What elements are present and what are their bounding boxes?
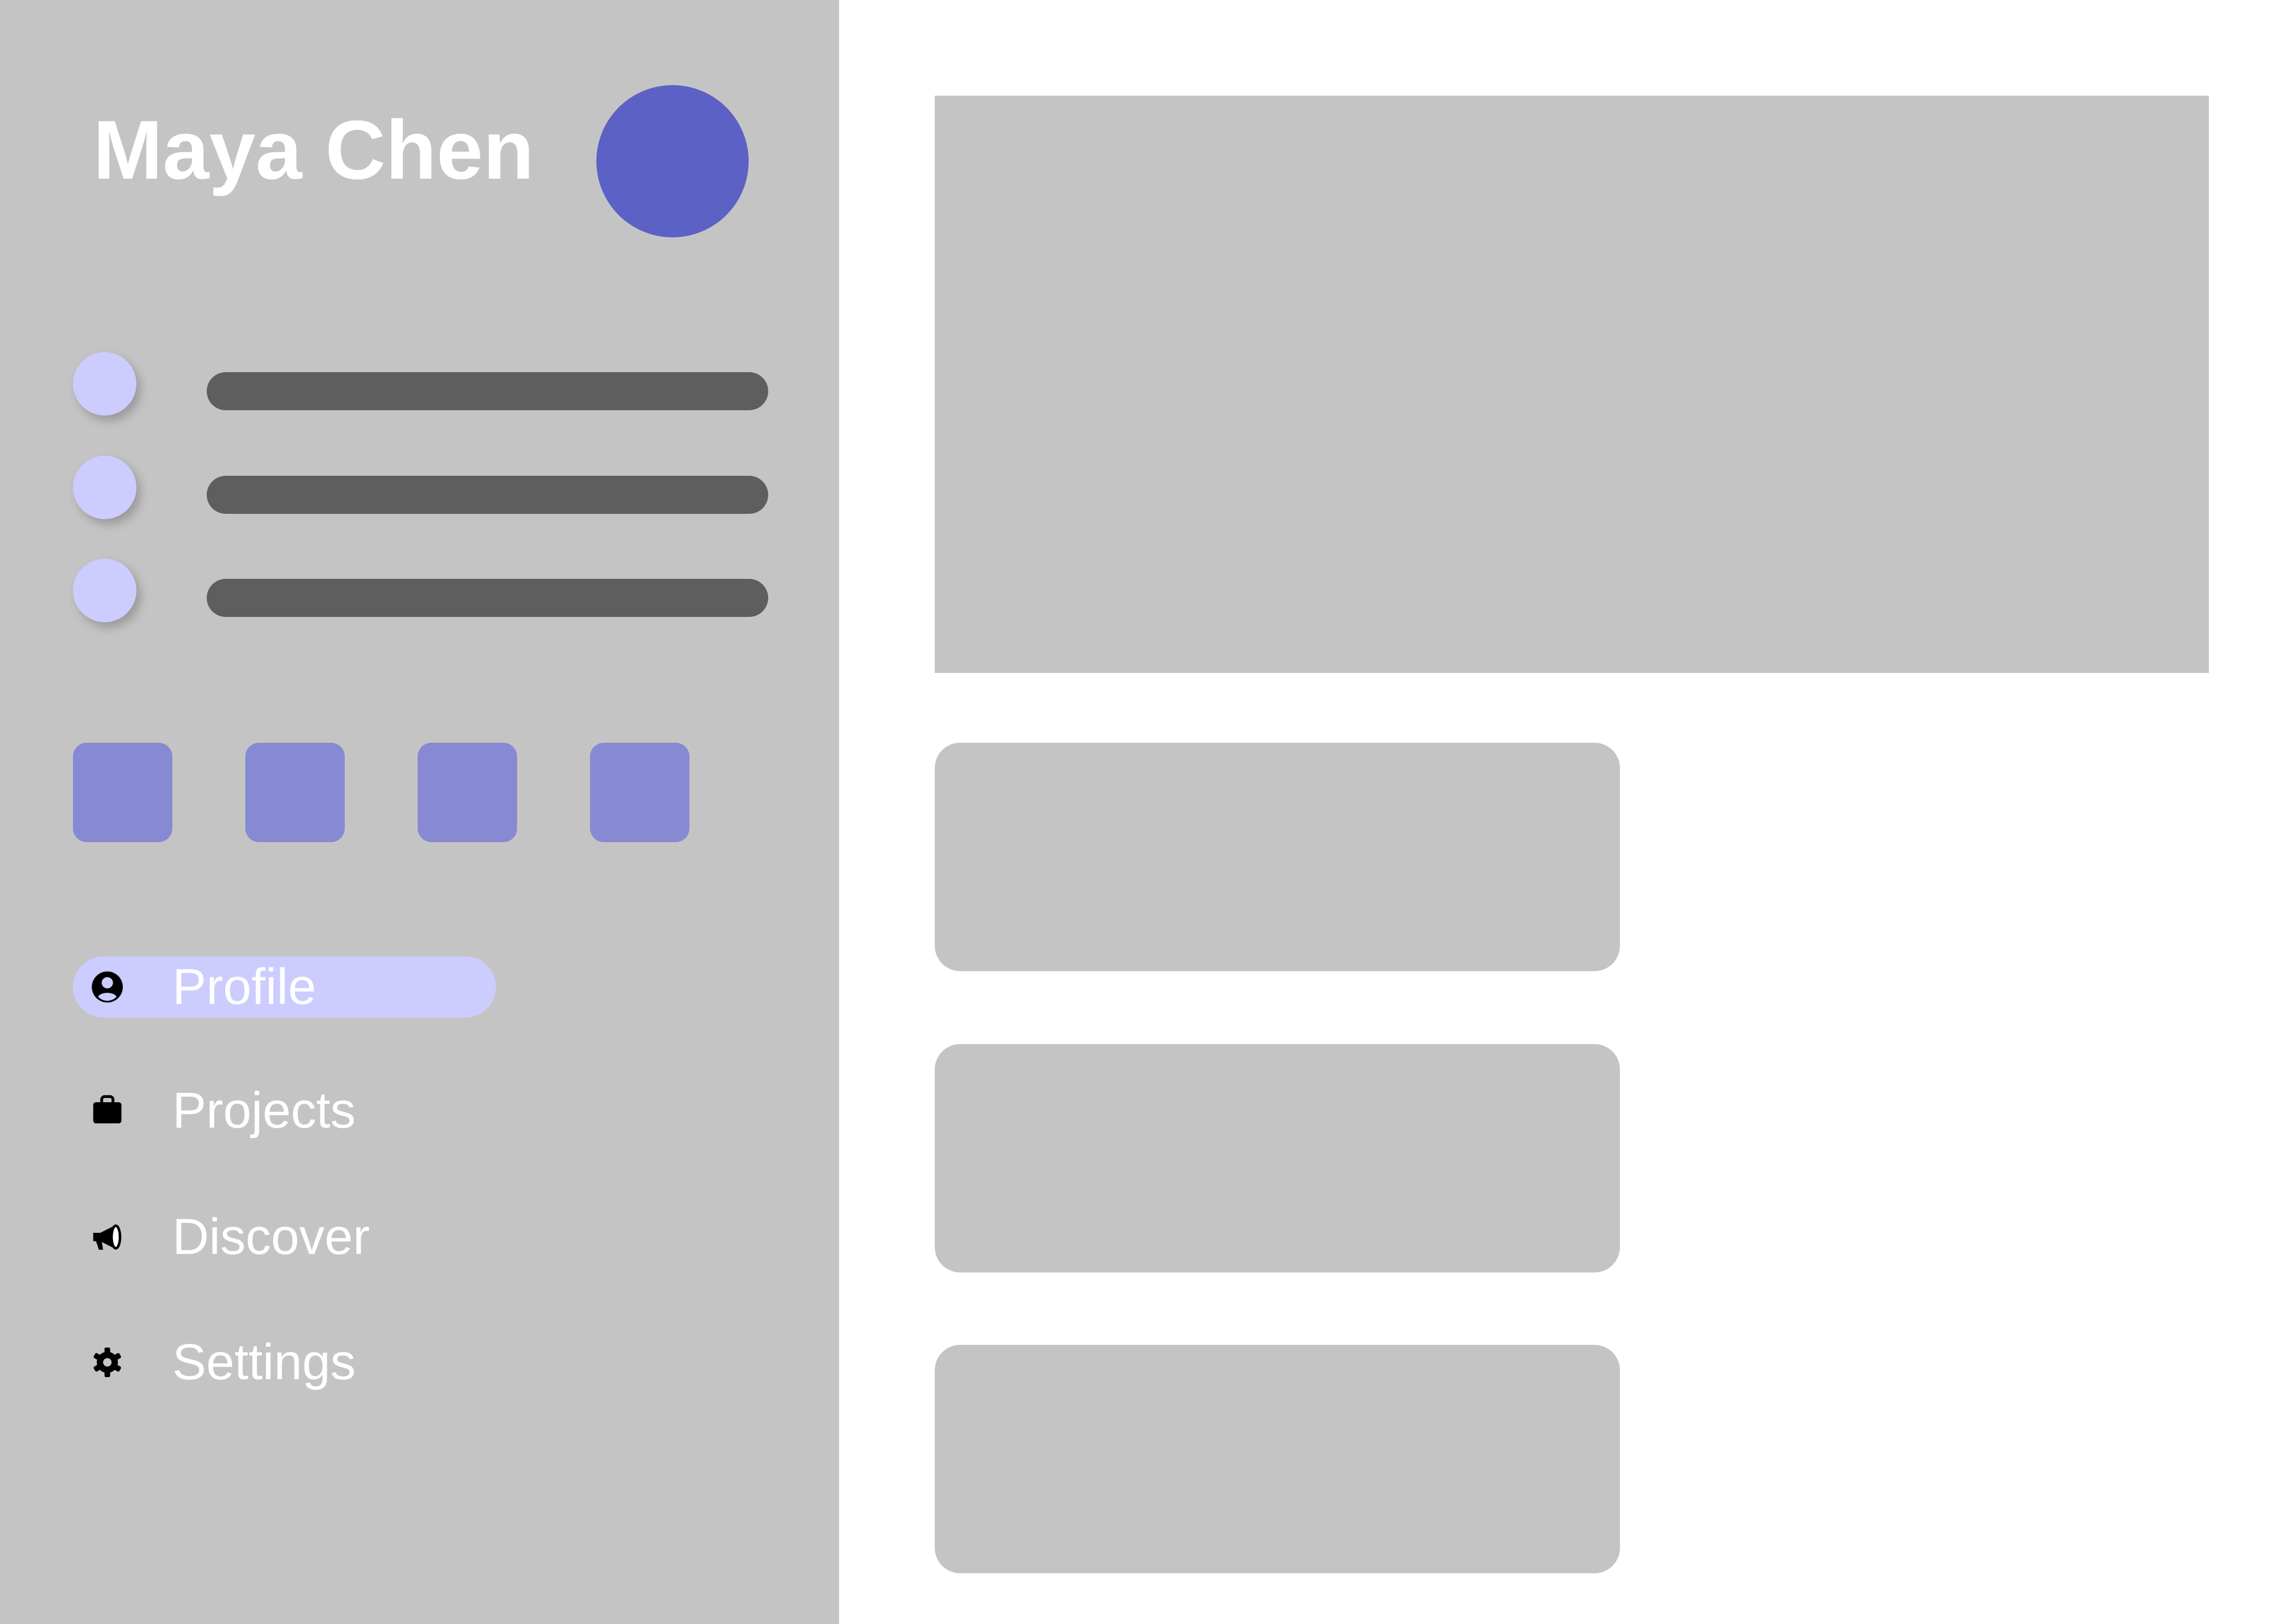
skeleton-row [73, 352, 768, 416]
sidebar: Maya Chen Profile Projects Discover Sett… [0, 0, 839, 1624]
skeleton-row [73, 456, 768, 519]
nav-label-settings: Settings [172, 1334, 356, 1390]
megaphone-icon [90, 1220, 124, 1254]
person-circle-icon [90, 970, 124, 1004]
gear-icon [90, 1345, 124, 1379]
skeleton-bar [207, 476, 768, 514]
hero-placeholder [935, 96, 2209, 673]
nav-item-discover[interactable]: Discover [73, 1206, 760, 1268]
shortcut-tile[interactable] [245, 743, 345, 842]
skeleton-bar [207, 579, 768, 617]
skeleton-dot [73, 456, 136, 519]
content-card[interactable] [935, 1044, 1620, 1272]
nav-item-settings[interactable]: Settings [73, 1332, 760, 1393]
shortcut-tile[interactable] [418, 743, 517, 842]
skeleton-row [73, 559, 768, 622]
skeleton-dot [73, 352, 136, 416]
nav-label-projects: Projects [172, 1082, 356, 1139]
content-card[interactable] [935, 1345, 1620, 1573]
nav-label-discover: Discover [172, 1208, 370, 1265]
nav-item-projects[interactable]: Projects [73, 1080, 760, 1141]
shortcut-tile[interactable] [73, 743, 172, 842]
shortcut-tile[interactable] [590, 743, 689, 842]
nav-item-profile[interactable]: Profile [73, 956, 760, 1018]
skeleton-bar [207, 372, 768, 410]
skeleton-dot [73, 559, 136, 622]
nav-label-profile: Profile [172, 958, 317, 1015]
avatar[interactable] [596, 85, 749, 237]
briefcase-icon [90, 1094, 124, 1128]
content-card[interactable] [935, 743, 1620, 971]
user-name: Maya Chen [93, 104, 535, 197]
